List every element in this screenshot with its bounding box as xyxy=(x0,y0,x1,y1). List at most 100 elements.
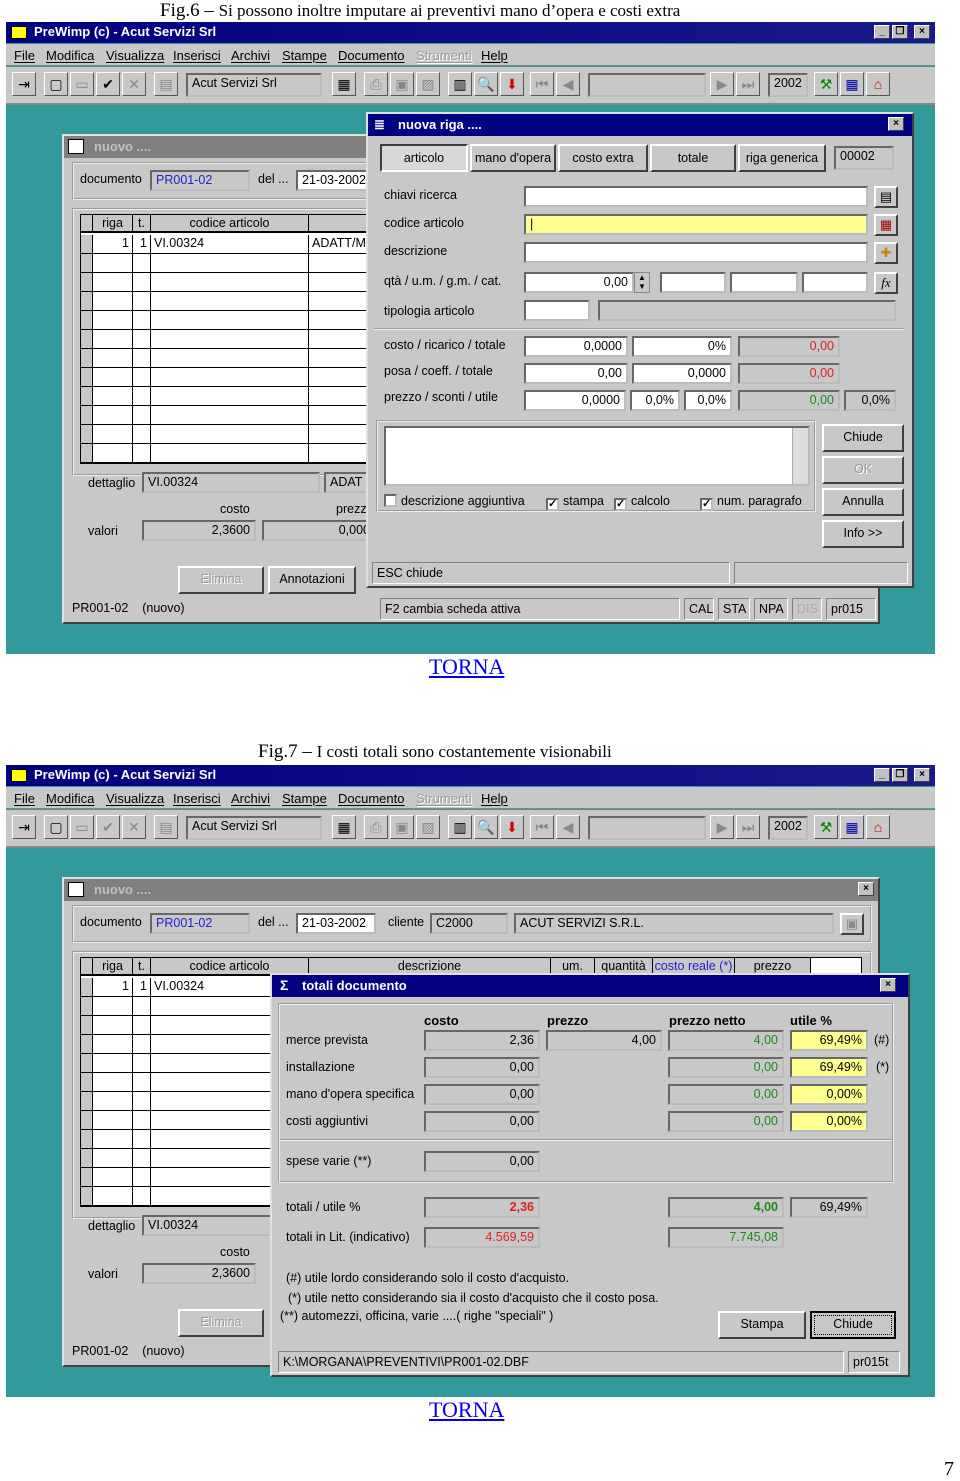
cancel-x-icon[interactable]: ✕ xyxy=(122,815,146,839)
table-cell[interactable]: 1 xyxy=(93,235,133,254)
menu-modifica[interactable]: Modifica xyxy=(46,791,94,806)
checkbox-calcolo[interactable]: ✓ calcolo xyxy=(614,494,670,511)
empty-cell[interactable] xyxy=(151,425,309,444)
row-selector[interactable] xyxy=(81,1130,93,1149)
grid-icon[interactable]: ▦ xyxy=(840,815,864,839)
column-header[interactable]: t. xyxy=(133,215,151,233)
menu-stampe[interactable]: Stampe xyxy=(282,791,327,806)
descrizione-input[interactable] xyxy=(524,242,868,263)
dialog-close-button[interactable]: × xyxy=(880,978,896,992)
tools-icon[interactable]: ⚒ xyxy=(814,815,838,839)
table-cell[interactable]: 1 xyxy=(133,235,151,254)
empty-cell[interactable] xyxy=(151,330,309,349)
dialog-close-button[interactable]: × xyxy=(888,117,904,131)
annotazioni-button[interactable]: Annotazioni xyxy=(268,566,356,594)
calendar-icon[interactable]: ▦ xyxy=(332,815,356,839)
confirm-check-icon[interactable]: ✔ xyxy=(96,815,120,839)
edit-icon[interactable]: ▨ xyxy=(416,72,440,96)
tools-icon[interactable]: ⚒ xyxy=(814,72,838,96)
open-icon[interactable]: ▭ xyxy=(70,72,94,96)
stampa-button[interactable]: Stampa xyxy=(718,1311,806,1339)
tab-articolo[interactable]: articolo xyxy=(380,144,468,172)
empty-cell[interactable] xyxy=(151,349,309,368)
menu-inserisci[interactable]: Inserisci xyxy=(173,791,221,806)
trash-icon[interactable]: ▤ xyxy=(154,815,178,839)
calculator-icon[interactable]: ▥ xyxy=(448,815,472,839)
close-button[interactable]: × xyxy=(914,768,930,782)
empty-cell[interactable] xyxy=(151,387,309,406)
exit-icon[interactable]: ⇥ xyxy=(12,815,36,839)
empty-cell[interactable] xyxy=(151,292,309,311)
ricarico-input[interactable]: 0% xyxy=(632,336,732,357)
empty-cell[interactable] xyxy=(133,273,151,292)
posa-input[interactable]: 0,00 xyxy=(524,363,628,384)
archive-icon[interactable]: ▦ xyxy=(874,214,898,236)
preview-icon[interactable]: ▣ xyxy=(390,815,414,839)
minimize-button[interactable]: _ xyxy=(874,768,890,782)
empty-cell[interactable] xyxy=(133,254,151,273)
menu-documento[interactable]: Documento xyxy=(338,48,404,63)
empty-cell[interactable] xyxy=(93,1168,133,1187)
tab-mano-opera[interactable]: mano d'opera xyxy=(470,144,556,172)
row-selector[interactable] xyxy=(81,978,93,997)
table-cell[interactable]: 1 xyxy=(93,978,133,997)
chiude-button[interactable]: Chiude xyxy=(810,1311,896,1339)
menu-documento[interactable]: Documento xyxy=(338,791,404,806)
row-selector[interactable] xyxy=(81,444,93,463)
empty-cell[interactable] xyxy=(93,1092,133,1111)
empty-cell[interactable] xyxy=(93,1130,133,1149)
empty-cell[interactable] xyxy=(133,311,151,330)
date-field[interactable]: 21-03-2002 xyxy=(296,170,376,191)
row-selector[interactable] xyxy=(81,311,93,330)
empty-cell[interactable] xyxy=(151,444,309,463)
costo-input[interactable]: 0,0000 xyxy=(524,336,628,357)
empty-cell[interactable] xyxy=(151,311,309,330)
preview-icon[interactable]: ▣ xyxy=(390,72,414,96)
row-selector[interactable] xyxy=(81,1035,93,1054)
door-icon[interactable]: ⌂ xyxy=(866,72,890,96)
checkbox-descrizione-aggiuntiva[interactable]: descrizione aggiuntiva xyxy=(384,494,525,508)
row-selector[interactable] xyxy=(81,273,93,292)
empty-cell[interactable] xyxy=(93,1073,133,1092)
calendar-icon[interactable]: ▦ xyxy=(332,72,356,96)
previous-record-icon[interactable]: ◀ xyxy=(556,815,580,839)
door-icon[interactable]: ⌂ xyxy=(866,815,890,839)
exit-icon[interactable]: ⇥ xyxy=(12,72,36,96)
row-selector[interactable] xyxy=(81,368,93,387)
sconto2-input[interactable]: 0,0% xyxy=(684,390,732,411)
row-selector[interactable] xyxy=(81,387,93,406)
download-icon[interactable]: ⬇ xyxy=(500,815,524,839)
previous-record-icon[interactable]: ◀ xyxy=(556,72,580,96)
empty-cell[interactable] xyxy=(93,1111,133,1130)
empty-cell[interactable] xyxy=(133,1054,151,1073)
menu-visualizza[interactable]: Visualizza xyxy=(106,791,164,806)
empty-cell[interactable] xyxy=(93,406,133,425)
next-record-icon[interactable]: ▶ xyxy=(710,72,734,96)
cat-input[interactable] xyxy=(802,272,868,293)
row-selector[interactable] xyxy=(81,406,93,425)
empty-cell[interactable] xyxy=(93,311,133,330)
column-header[interactable]: riga xyxy=(93,958,133,976)
tab-riga-generica[interactable]: riga generica xyxy=(738,144,826,172)
last-record-icon[interactable]: ⏭ xyxy=(736,815,760,839)
table-cell[interactable]: VI.00324 xyxy=(151,235,309,254)
empty-cell[interactable] xyxy=(133,330,151,349)
column-header[interactable]: riga xyxy=(93,215,133,233)
empty-cell[interactable] xyxy=(93,368,133,387)
um-input[interactable] xyxy=(660,272,726,293)
minimize-button[interactable]: _ xyxy=(874,25,890,39)
menu-file[interactable]: File xyxy=(14,791,35,806)
print-icon[interactable]: ⎙ xyxy=(364,815,388,839)
empty-cell[interactable] xyxy=(93,425,133,444)
column-header[interactable]: codice articolo xyxy=(151,215,309,233)
empty-cell[interactable] xyxy=(93,444,133,463)
row-selector[interactable] xyxy=(81,349,93,368)
empty-cell[interactable] xyxy=(93,1054,133,1073)
download-icon[interactable]: ⬇ xyxy=(500,72,524,96)
row-selector[interactable] xyxy=(81,1149,93,1168)
empty-cell[interactable] xyxy=(133,1073,151,1092)
checkbox-stampa[interactable]: ✓ stampa xyxy=(546,494,604,511)
chiude-button[interactable]: Chiude xyxy=(822,424,904,452)
confirm-check-icon[interactable]: ✔ xyxy=(96,72,120,96)
new-document-icon[interactable]: ▢ xyxy=(44,72,68,96)
